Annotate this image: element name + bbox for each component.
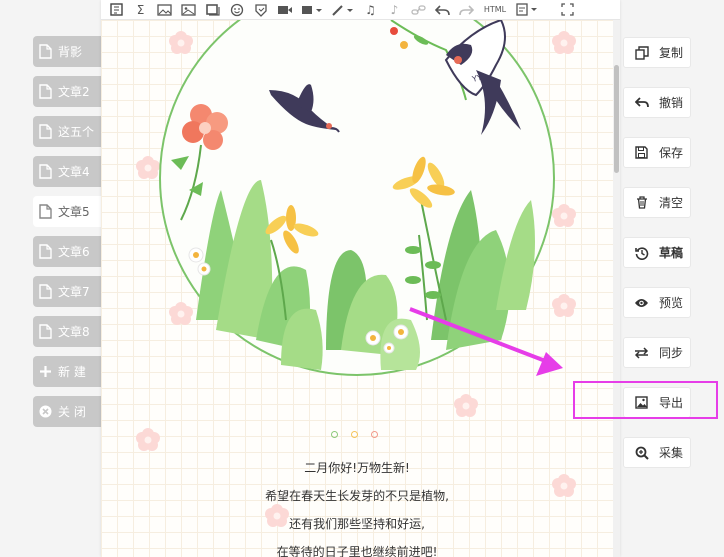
editor-toolbar: Σ ♫ ♪ HTML bbox=[101, 0, 620, 20]
tab-label: 文章8 bbox=[58, 325, 90, 339]
article-canvas[interactable]: YY 二月你好!万物生新! 希望在春天生长发芽的不只是植物, 还有我们那些坚持和… bbox=[101, 20, 613, 557]
eye-icon bbox=[634, 295, 649, 310]
document-icon bbox=[39, 84, 52, 99]
tab-article-7[interactable]: 文章7 bbox=[33, 276, 101, 307]
collect-search-icon bbox=[634, 445, 649, 460]
copy-button[interactable]: 复制 bbox=[623, 37, 691, 68]
dot-indicator[interactable] bbox=[331, 431, 338, 438]
tab-label: 文章6 bbox=[58, 245, 90, 259]
tab-label: 关 闭 bbox=[58, 405, 86, 419]
dot-indicator[interactable] bbox=[371, 431, 378, 438]
document-icon bbox=[39, 244, 52, 259]
button-label: 撤销 bbox=[659, 96, 684, 110]
badge-icon[interactable] bbox=[252, 3, 269, 17]
tab-article-8[interactable]: 文章8 bbox=[33, 316, 101, 347]
button-label: 草稿 bbox=[659, 246, 684, 260]
fullscreen-icon[interactable] bbox=[559, 3, 576, 17]
template-icon[interactable] bbox=[300, 3, 324, 17]
article-tabs: 背影 文章2 这五个 文章4 文章5 文章6 文章7 文章8 新 建 关 闭 bbox=[33, 36, 101, 436]
button-label: 保存 bbox=[659, 146, 684, 160]
editor-scrollbar[interactable] bbox=[613, 20, 620, 557]
sigma-icon[interactable]: Σ bbox=[132, 3, 149, 17]
magic-wand-icon[interactable] bbox=[331, 3, 355, 17]
image-icon[interactable] bbox=[156, 3, 173, 17]
tab-article-6[interactable]: 文章6 bbox=[33, 236, 101, 267]
save-button[interactable]: 保存 bbox=[623, 137, 691, 168]
history-icon bbox=[634, 245, 649, 260]
button-label: 同步 bbox=[659, 346, 684, 360]
trash-icon bbox=[634, 195, 649, 210]
undo-icon[interactable] bbox=[434, 3, 451, 17]
new-article-button[interactable]: 新 建 bbox=[33, 356, 101, 387]
close-circle-icon bbox=[39, 405, 52, 418]
slide-dots bbox=[331, 431, 378, 438]
tab-article-5[interactable]: 文章5 bbox=[33, 196, 101, 227]
button-label: 预览 bbox=[659, 296, 684, 310]
music-note-icon[interactable]: ♪ bbox=[386, 3, 403, 17]
preview-button[interactable]: 预览 bbox=[623, 287, 691, 318]
document-icon bbox=[39, 324, 52, 339]
paragraph-icon[interactable] bbox=[108, 3, 125, 17]
close-article-button[interactable]: 关 闭 bbox=[33, 396, 101, 427]
video-icon[interactable] bbox=[276, 3, 293, 17]
dot-indicator[interactable] bbox=[351, 431, 358, 438]
scrollbar-thumb[interactable] bbox=[614, 65, 619, 173]
export-highlight-box bbox=[573, 381, 718, 419]
box-icon[interactable] bbox=[204, 3, 221, 17]
editor-panel: Σ ♫ ♪ HTML YY 二月你好!万物生新! 希望在春天生长发芽的不只是植物… bbox=[101, 0, 620, 557]
edit-doc-icon[interactable] bbox=[515, 3, 539, 17]
tab-zhe-wu-ge[interactable]: 这五个 bbox=[33, 116, 101, 147]
article-text[interactable]: 二月你好!万物生新! 希望在春天生长发芽的不只是植物, 还有我们那些坚持和好运,… bbox=[101, 460, 613, 557]
text-line: 在等待的日子里也继续前进吧! bbox=[276, 545, 438, 557]
sync-icon bbox=[634, 345, 649, 360]
tab-article-2[interactable]: 文章2 bbox=[33, 76, 101, 107]
document-icon bbox=[39, 124, 52, 139]
tab-label: 文章5 bbox=[58, 205, 90, 219]
tab-label: 文章7 bbox=[58, 285, 90, 299]
button-label: 复制 bbox=[659, 46, 684, 60]
sync-button[interactable]: 同步 bbox=[623, 337, 691, 368]
tab-label: 这五个 bbox=[58, 125, 95, 139]
plus-icon bbox=[40, 366, 51, 377]
music-icon[interactable]: ♫ bbox=[362, 3, 379, 17]
undo-icon bbox=[634, 95, 649, 110]
undo-button[interactable]: 撤销 bbox=[623, 87, 691, 118]
document-icon bbox=[39, 284, 52, 299]
document-icon bbox=[39, 164, 52, 179]
html-icon[interactable]: HTML bbox=[482, 3, 508, 17]
collect-button[interactable]: 采集 bbox=[623, 437, 691, 468]
tab-label: 新 建 bbox=[58, 365, 86, 379]
document-icon bbox=[39, 44, 52, 59]
save-icon bbox=[634, 145, 649, 160]
link-icon[interactable] bbox=[410, 3, 427, 17]
draft-button[interactable]: 草稿 bbox=[623, 237, 691, 268]
text-line: 二月你好!万物生新! bbox=[304, 461, 410, 475]
clear-button[interactable]: 清空 bbox=[623, 187, 691, 218]
redo-icon[interactable] bbox=[458, 3, 475, 17]
copy-icon bbox=[634, 45, 649, 60]
tab-bei-ying[interactable]: 背影 bbox=[33, 36, 101, 67]
tab-label: 文章4 bbox=[58, 165, 90, 179]
button-label: 采集 bbox=[659, 446, 684, 460]
document-icon bbox=[39, 204, 52, 219]
tab-article-4[interactable]: 文章4 bbox=[33, 156, 101, 187]
text-line: 还有我们那些坚持和好运, bbox=[289, 517, 425, 531]
tab-label: 文章2 bbox=[58, 85, 90, 99]
emoji-icon[interactable] bbox=[228, 3, 245, 17]
button-label: 清空 bbox=[659, 196, 684, 210]
tab-label: 背影 bbox=[58, 45, 83, 59]
image-alt-icon[interactable] bbox=[180, 3, 197, 17]
text-line: 希望在春天生长发芽的不只是植物, bbox=[265, 489, 449, 503]
